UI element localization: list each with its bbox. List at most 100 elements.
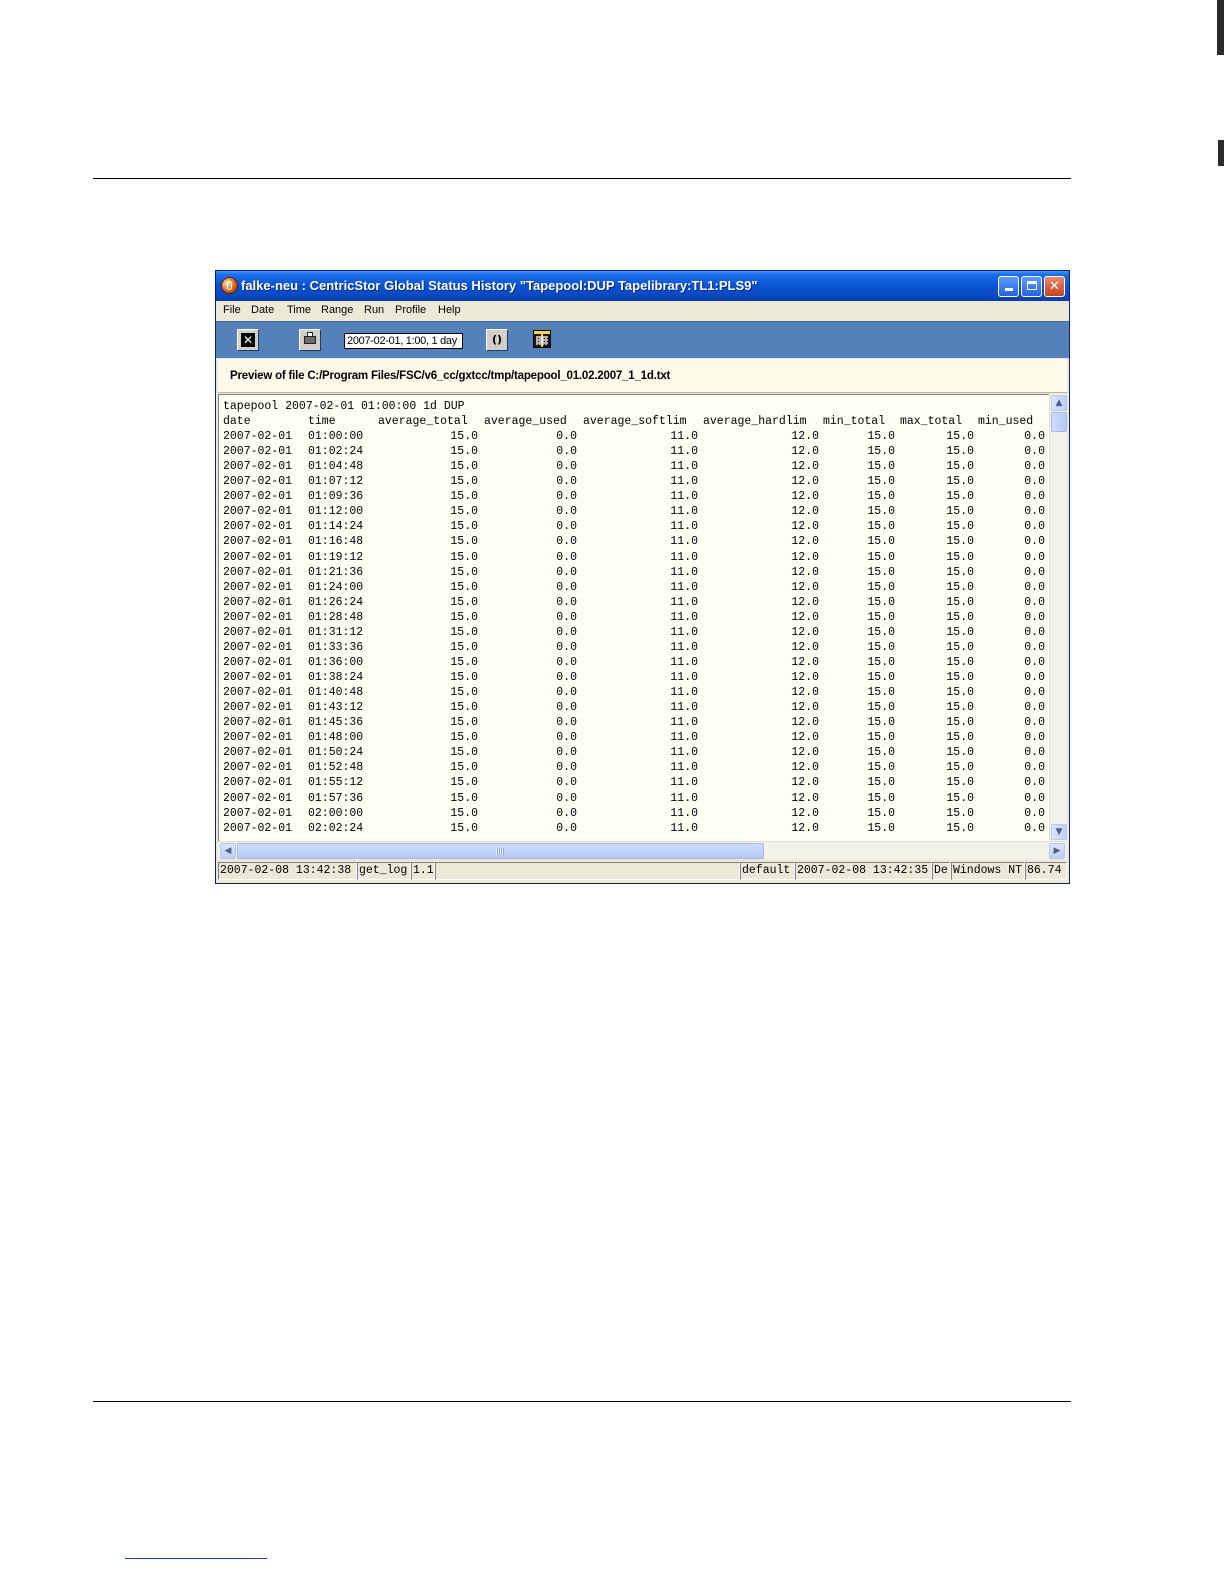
cell-average-hardlim: 12.0: [791, 520, 819, 534]
app-icon[interactable]: [221, 277, 238, 294]
table-row: 2007-02-01 01:52:48 15.0 0.0 11.0 12.0 15.0 15.…: [219, 760, 1049, 775]
cell-average-total: 15.0: [450, 655, 478, 669]
vertical-scroll-thumb[interactable]: [1051, 412, 1067, 432]
cell-max-total: 15.0: [946, 445, 974, 459]
cell-average-softlim: 11.0: [670, 580, 698, 594]
grip-icon: [496, 848, 504, 855]
cell-average-used: 0.0: [556, 490, 577, 504]
cell-time: 01:52:48: [308, 761, 364, 775]
print-button[interactable]: [299, 329, 321, 351]
menu-file[interactable]: File: [223, 304, 241, 316]
cell-average-softlim: 11.0: [670, 716, 698, 730]
cell-average-total: 15.0: [450, 460, 478, 474]
preview-header: Preview of file C:/Program Files/FSC/v6_…: [218, 359, 1067, 393]
cell-min-total: 15.0: [867, 550, 895, 564]
cell-average-hardlim: 12.0: [791, 430, 819, 443]
table-row: 2007-02-01 01:12:00 15.0 0.0 11.0 12.0 15.0 15.…: [219, 504, 1049, 519]
cell-min-used: 0.0: [1024, 505, 1045, 519]
cell-average-hardlim: 12.0: [791, 686, 819, 700]
table-row: 2007-02-01 02:00:00 15.0 0.0 11.0 12.0 15.0 15.…: [219, 806, 1049, 821]
cell-average-used: 0.0: [556, 716, 577, 730]
column-header-row: date time average_total average_used ave…: [219, 414, 1049, 429]
cell-average-used: 0.0: [556, 655, 577, 669]
minimize-icon: [1004, 288, 1013, 291]
preview-file-label: Preview of file C:/Program Files/FSC/v6_…: [230, 370, 671, 382]
maximize-button[interactable]: [1021, 276, 1042, 297]
cell-min-total: 15.0: [867, 776, 895, 790]
cell-min-total: 15.0: [867, 430, 895, 443]
cell-time: 01:19:12: [308, 550, 364, 564]
minimize-button[interactable]: [998, 276, 1019, 297]
cell-average-total: 15.0: [450, 520, 478, 534]
refresh-button[interactable]: (): [486, 329, 508, 351]
cell-average-total: 15.0: [450, 595, 478, 609]
horizontal-scroll-thumb[interactable]: [237, 843, 764, 859]
cell-date: 2007-02-01: [223, 535, 293, 549]
file-title-line: tapepool 2007-02-01 01:00:00 1d DUP: [223, 400, 465, 413]
menu-run[interactable]: Run: [364, 304, 384, 316]
cell-average-total: 15.0: [450, 490, 478, 504]
status-timestamp-2: 2007-02-08 13:42:35: [795, 862, 932, 880]
scroll-right-button[interactable]: ▶: [1049, 843, 1065, 859]
cell-min-total: 15.0: [867, 701, 895, 715]
cell-date: 2007-02-01: [223, 595, 293, 609]
cell-average-used: 0.0: [556, 640, 577, 654]
cell-average-total: 15.0: [450, 776, 478, 790]
status-history-window: falke-neu : CentricStor Global Status Hi…: [215, 270, 1070, 884]
cell-max-total: 15.0: [946, 776, 974, 790]
cell-date: 2007-02-01: [223, 550, 293, 564]
cell-min-used: 0.0: [1024, 701, 1045, 715]
cell-time: 01:16:48: [308, 535, 364, 549]
cell-time: 01:48:00: [308, 731, 364, 745]
cell-min-total: 15.0: [867, 610, 895, 624]
cell-average-total: 15.0: [450, 565, 478, 579]
close-button[interactable]: ✕: [1044, 276, 1065, 297]
status-os: Windows NT: [951, 862, 1025, 880]
menu-bar: File Date Time Range Run Profile Help: [216, 301, 1069, 321]
cell-min-total: 15.0: [867, 580, 895, 594]
cell-min-total: 15.0: [867, 716, 895, 730]
cell-average-used: 0.0: [556, 445, 577, 459]
menu-help[interactable]: Help: [438, 304, 461, 316]
cell-time: 01:04:48: [308, 460, 364, 474]
table-row: 2007-02-01 01:50:24 15.0 0.0 11.0 12.0 15.0 15.…: [219, 745, 1049, 760]
title-bar[interactable]: falke-neu : CentricStor Global Status Hi…: [216, 271, 1069, 301]
cell-date: 2007-02-01: [223, 640, 293, 654]
range-field[interactable]: 2007-02-01, 1:00, 1 day: [344, 333, 463, 349]
menu-range[interactable]: Range: [321, 304, 353, 316]
cell-min-total: 15.0: [867, 731, 895, 745]
cell-time: 02:00:00: [308, 806, 364, 820]
maximize-icon: [1026, 281, 1037, 290]
cell-date: 2007-02-01: [223, 686, 293, 700]
cell-max-total: 15.0: [946, 821, 974, 835]
menu-profile[interactable]: Profile: [395, 304, 426, 316]
cell-min-total: 15.0: [867, 640, 895, 654]
scroll-up-button[interactable]: ▲: [1051, 395, 1067, 411]
menu-date[interactable]: Date: [251, 304, 274, 316]
cell-max-total: 15.0: [946, 610, 974, 624]
scroll-down-button[interactable]: ▼: [1051, 824, 1067, 840]
cell-min-total: 15.0: [867, 505, 895, 519]
cell-average-total: 15.0: [450, 701, 478, 715]
cell-average-total: 15.0: [450, 761, 478, 775]
cell-average-total: 15.0: [450, 625, 478, 639]
cell-average-used: 0.0: [556, 550, 577, 564]
scroll-left-button[interactable]: ◀: [220, 843, 236, 859]
status-version: 1.1: [411, 862, 435, 880]
cell-min-used: 0.0: [1024, 460, 1045, 474]
calendar-button[interactable]: [532, 329, 553, 350]
cell-date: 2007-02-01: [223, 671, 293, 684]
chevron-left-icon: ◀: [224, 846, 232, 856]
menu-time[interactable]: Time: [287, 304, 311, 316]
exit-button[interactable]: ✕: [237, 329, 259, 351]
file-preview-text[interactable]: tapepool 2007-02-01 01:00:00 1d DUP date…: [218, 394, 1049, 841]
horizontal-scrollbar[interactable]: ◀ ▶: [218, 841, 1067, 859]
cell-time: 01:40:48: [308, 686, 364, 700]
cell-min-used: 0.0: [1024, 716, 1045, 730]
cell-min-used: 0.0: [1024, 821, 1045, 835]
cell-time: 01:14:24: [308, 520, 364, 534]
cell-average-softlim: 11.0: [670, 595, 698, 609]
table-row: 2007-02-01 01:43:12 15.0 0.0 11.0 12.0 15.0 15.…: [219, 700, 1049, 715]
vertical-scrollbar[interactable]: ▲ ▼: [1049, 394, 1067, 841]
table-row: 2007-02-01 01:14:24 15.0 0.0 11.0 12.0 15.0 15.…: [219, 519, 1049, 534]
